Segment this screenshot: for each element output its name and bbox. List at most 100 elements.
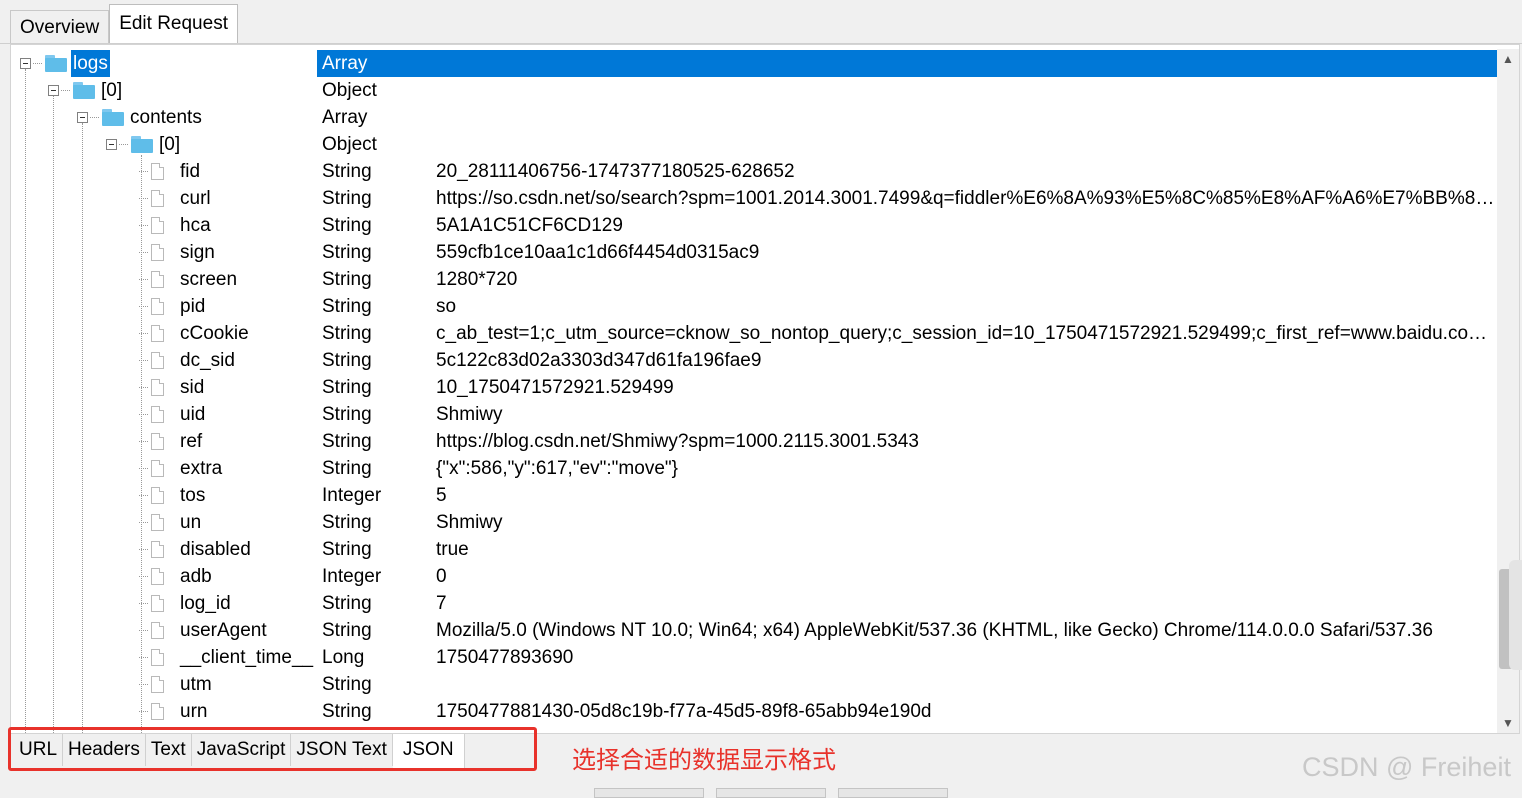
tree-connector (139, 468, 148, 469)
tree-row-field[interactable]: sign String 559cfb1ce10aa1c1d66f4454d0315a… (11, 239, 1501, 266)
field-value: https://so.csdn.net/so/search?spm=1001.2… (436, 188, 1499, 209)
tree-row-field[interactable]: un String Shmiwy (11, 509, 1501, 536)
tree-connector (139, 684, 148, 685)
tab-overview[interactable]: Overview (10, 10, 110, 44)
tree-row-field[interactable]: tos Integer 5 (11, 482, 1501, 509)
collapse-icon[interactable] (20, 58, 31, 69)
field-type: String (322, 593, 372, 614)
file-icon (151, 190, 164, 207)
tree-row-field[interactable]: cCookie String c_ab_test=1;c_utm_source=ck… (11, 320, 1501, 347)
tree-connector (139, 225, 148, 226)
collapse-icon[interactable] (77, 112, 88, 123)
tree-connector (139, 387, 148, 388)
file-icon (151, 595, 164, 612)
field-key: hca (180, 215, 211, 236)
file-icon (151, 271, 164, 288)
field-type: String (322, 620, 372, 641)
tree-connector (139, 171, 148, 172)
folder-icon (102, 109, 124, 126)
dialog-button[interactable] (838, 788, 948, 798)
folder-icon (73, 82, 95, 99)
field-type: String (322, 377, 372, 398)
folder-icon (45, 55, 67, 72)
file-icon (151, 676, 164, 693)
file-icon (151, 541, 164, 558)
field-type: Integer (322, 485, 382, 506)
tree-row-field[interactable]: adb Integer 0 (11, 563, 1501, 590)
tree-connector (90, 117, 99, 118)
file-icon (151, 163, 164, 180)
tree-row-logs[interactable]: logs Array (11, 50, 1501, 77)
field-type: String (322, 404, 372, 425)
tree-row-field[interactable]: screen String 1280*720 (11, 266, 1501, 293)
tree-connector (139, 279, 148, 280)
tree-row-field[interactable]: uid String Shmiwy (11, 401, 1501, 428)
field-type: String (322, 431, 372, 452)
collapse-icon[interactable] (106, 139, 117, 150)
field-key: log_id (180, 593, 231, 614)
tree-row-field[interactable]: ref String https://blog.csdn.net/Shmiwy?sp… (11, 428, 1501, 455)
field-value: https://blog.csdn.net/Shmiwy?spm=1000.21… (436, 431, 919, 452)
tree-row-contents-0[interactable]: [0] Object (11, 131, 1501, 158)
field-type: String (322, 269, 372, 290)
field-value: Mozilla/5.0 (Windows NT 10.0; Win64; x64… (436, 620, 1433, 641)
field-key: userAgent (180, 620, 267, 641)
tree-connector (139, 630, 148, 631)
tree-row-field[interactable]: userAgent String Mozilla/5.0 (Windows NT 1… (11, 617, 1501, 644)
field-key: adb (180, 566, 212, 587)
field-key: sign (180, 242, 215, 263)
tree-row-item-0[interactable]: [0] Object (11, 77, 1501, 104)
field-value: 5A1A1C51CF6CD129 (436, 215, 623, 236)
field-type: String (322, 296, 372, 317)
collapse-icon[interactable] (48, 85, 59, 96)
dialog-button[interactable] (716, 788, 826, 798)
tree-row-field[interactable]: extra String {"x":586,"y":617,"ev":"move"} (11, 455, 1501, 482)
field-key: fid (180, 161, 201, 182)
tree-row-field[interactable]: fid String 20_28111406756-1747377180525-62… (11, 158, 1501, 185)
tree-row-field[interactable]: pid String so (11, 293, 1501, 320)
field-value: Shmiwy (436, 512, 503, 533)
file-icon (151, 352, 164, 369)
field-type: String (322, 539, 372, 560)
scroll-down-icon[interactable]: ▼ (1497, 713, 1519, 733)
field-key: dc_sid (180, 350, 235, 371)
node-type: Object (322, 134, 377, 155)
tree-connector (139, 333, 148, 334)
file-icon (151, 622, 164, 639)
tab-edit-request[interactable]: Edit Request (109, 4, 238, 44)
tree-row-field[interactable]: __client_time__ Long 1750477893690 (11, 644, 1501, 671)
field-value: 1280*720 (436, 269, 518, 290)
tree-row-field[interactable]: urn String 1750477881430-05d8c19b-f77a-45d… (11, 698, 1501, 725)
node-type: Object (322, 80, 377, 101)
tree-rows: logs Array [0] Object contents Array [0]… (11, 50, 1501, 725)
field-key: sid (180, 377, 205, 398)
field-value: 20_28111406756-1747377180525-628652 (436, 161, 795, 182)
field-key: uid (180, 404, 206, 425)
scroll-up-icon[interactable]: ▲ (1497, 49, 1519, 69)
tree-connector (139, 306, 148, 307)
json-tree-panel[interactable]: logs Array [0] Object contents Array [0]… (10, 44, 1520, 734)
node-key: [0] (159, 134, 181, 155)
field-type: String (322, 458, 372, 479)
field-value: 559cfb1ce10aa1c1d66f4454d0315ac9 (436, 242, 760, 263)
tree-row-field[interactable]: dc_sid String 5c122c83d02a3303d347d61fa196… (11, 347, 1501, 374)
tree-row-field[interactable]: disabled String true (11, 536, 1501, 563)
field-key: screen (180, 269, 238, 290)
file-icon (151, 649, 164, 666)
tree-connector (139, 711, 148, 712)
field-key: curl (180, 188, 211, 209)
dialog-button[interactable] (594, 788, 704, 798)
field-value: so (436, 296, 457, 317)
tree-row-field[interactable]: log_id String 7 (11, 590, 1501, 617)
tree-row-field[interactable]: curl String https://so.csdn.net/so/search?… (11, 185, 1501, 212)
tree-connector (139, 576, 148, 577)
tree-row-field[interactable]: hca String 5A1A1C51CF6CD129 (11, 212, 1501, 239)
field-type: Integer (322, 566, 382, 587)
field-value: c_ab_test=1;c_utm_source=cknow_so_nontop… (436, 323, 1499, 344)
tree-connector (139, 252, 148, 253)
tree-row-field[interactable]: sid String 10_1750471572921.529499 (11, 374, 1501, 401)
node-key: logs (71, 50, 110, 77)
tree-row-field[interactable]: utm String (11, 671, 1501, 698)
tree-connector (139, 360, 148, 361)
tree-row-contents[interactable]: contents Array (11, 104, 1501, 131)
